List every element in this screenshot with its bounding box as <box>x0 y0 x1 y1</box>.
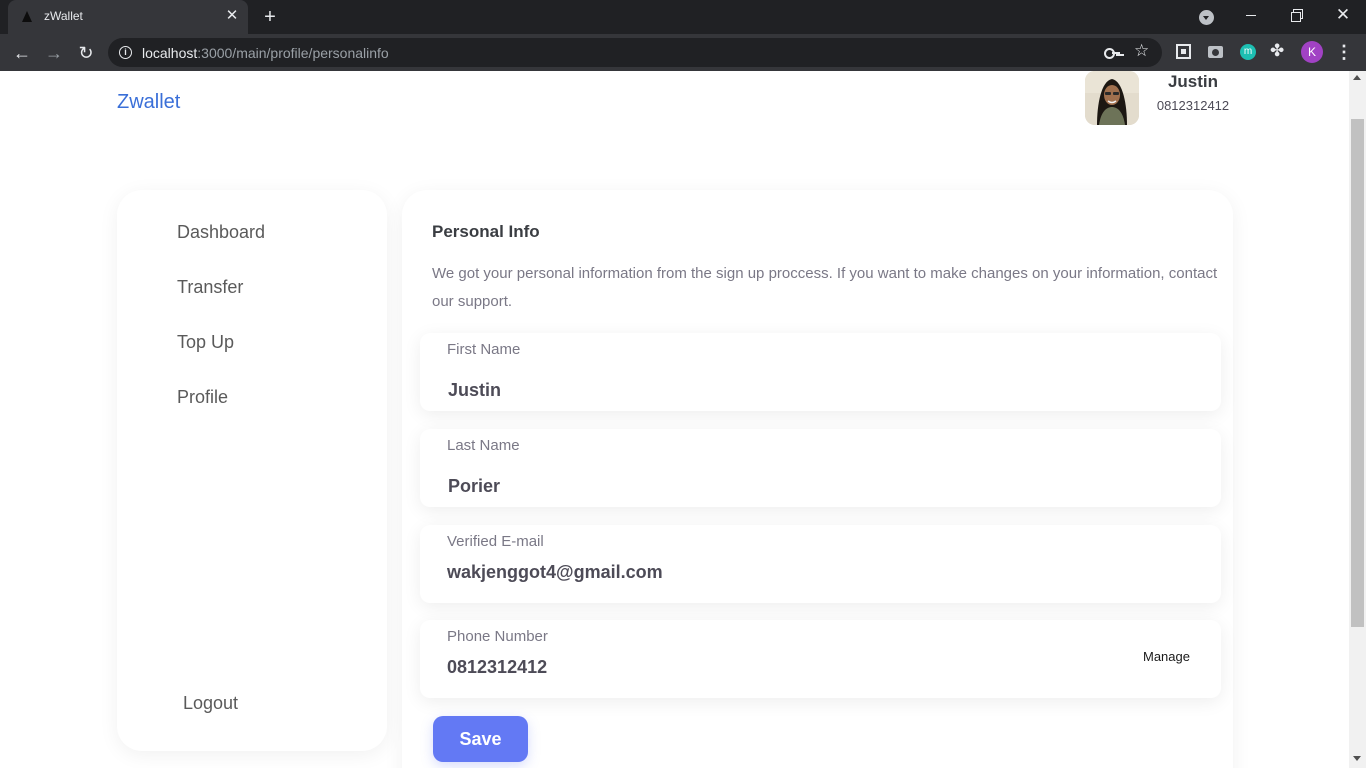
forward-arrow-icon[interactable]: → <box>41 40 67 66</box>
minimize-window-icon[interactable] <box>1238 4 1264 26</box>
save-button[interactable]: Save <box>433 716 528 762</box>
email-label: Verified E-mail <box>447 533 544 550</box>
last-name-field[interactable]: Last Name Porier <box>420 429 1221 507</box>
first-name-field[interactable]: First Name Justin <box>420 333 1221 411</box>
logout-button[interactable]: Logout <box>183 693 238 714</box>
user-name: Justin <box>1167 72 1219 91</box>
user-phone: 0812312412 <box>1156 98 1230 113</box>
url-host: localhost <box>142 45 198 61</box>
sidebar-item-top-up[interactable]: Top Up <box>177 332 234 353</box>
url-path: :3000/main/profile/personalinfo <box>197 45 389 61</box>
back-arrow-icon[interactable]: ← <box>9 40 35 66</box>
address-bar[interactable]: i localhost:3000/main/profile/personalin… <box>108 38 1162 67</box>
sidebar-item-dashboard[interactable]: Dashboard <box>177 222 265 243</box>
phone-number-label: Phone Number <box>447 628 548 645</box>
close-tab-icon[interactable]: ✕ <box>222 6 242 26</box>
first-name-value[interactable]: Justin <box>448 380 501 401</box>
user-photo-icon <box>1085 71 1139 125</box>
manage-phone-link[interactable]: Manage <box>1143 649 1190 664</box>
phone-number-field: Phone Number 0812312412 Manage <box>420 620 1221 698</box>
browser-toolbar: ← → ↻ i localhost:3000/main/profile/pers… <box>0 34 1366 71</box>
sidebar-item-profile[interactable]: Profile <box>177 387 228 408</box>
scroll-up-arrow-icon[interactable] <box>1353 75 1361 80</box>
m-extension-icon[interactable]: m <box>1240 44 1256 60</box>
page-description: We got your personal information from th… <box>432 265 1218 310</box>
qr-code-extension-icon[interactable] <box>1176 44 1191 59</box>
last-name-value[interactable]: Porier <box>448 476 500 497</box>
sidebar: Dashboard Transfer Top Up Profile Logout <box>117 190 387 751</box>
browser-titlebar: zWallet ✕ + ✕ <box>0 0 1366 34</box>
extensions-puzzle-icon[interactable]: ✤ <box>1270 41 1284 61</box>
browser-menu-icon[interactable]: ⋮ <box>1335 38 1353 66</box>
email-field: Verified E-mail wakjenggot4@gmail.com <box>420 525 1221 603</box>
reload-icon[interactable]: ↻ <box>73 40 99 66</box>
site-info-icon[interactable]: i <box>119 46 132 59</box>
sidebar-item-transfer[interactable]: Transfer <box>177 277 243 298</box>
email-value: wakjenggot4@gmail.com <box>447 562 663 582</box>
page-scrollbar[interactable] <box>1349 71 1366 768</box>
scrollbar-thumb[interactable] <box>1351 119 1364 627</box>
bookmark-star-icon[interactable]: ☆ <box>1134 41 1149 61</box>
user-avatar[interactable] <box>1085 71 1139 125</box>
browser-profile-avatar[interactable]: K <box>1301 41 1323 63</box>
favicon-icon <box>22 11 32 22</box>
camera-extension-icon[interactable] <box>1208 46 1223 58</box>
phone-number-value: 0812312412 <box>447 657 548 677</box>
page-title: Personal Info <box>432 222 540 241</box>
brand-logo[interactable]: Zwallet <box>117 91 180 114</box>
restore-window-icon[interactable] <box>1284 4 1310 26</box>
browser-tab[interactable]: zWallet ✕ <box>8 0 248 34</box>
password-key-icon[interactable] <box>1104 46 1120 60</box>
first-name-label: First Name <box>447 341 521 358</box>
last-name-label: Last Name <box>447 437 520 454</box>
tab-search-icon[interactable] <box>1199 10 1214 25</box>
page-viewport: Zwallet Justin 0812312412 Dashboard Tran… <box>0 71 1349 768</box>
scroll-down-arrow-icon[interactable] <box>1353 756 1361 761</box>
personal-info-card: Personal Info We got your personal infor… <box>402 190 1233 768</box>
close-window-icon[interactable]: ✕ <box>1330 4 1356 26</box>
new-tab-icon[interactable]: + <box>258 5 282 29</box>
tab-title: zWallet <box>44 9 83 23</box>
url-text[interactable]: localhost:3000/main/profile/personalinfo <box>142 45 389 61</box>
